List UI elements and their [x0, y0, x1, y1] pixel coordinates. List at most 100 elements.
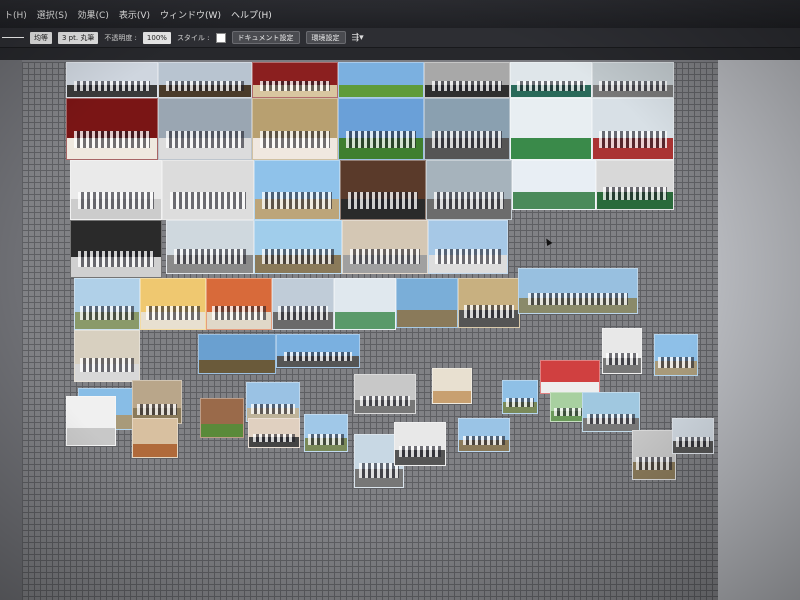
placed-photo[interactable] — [424, 98, 510, 160]
placed-photo[interactable] — [672, 418, 714, 454]
menu-item[interactable]: ト(H) — [4, 8, 27, 21]
placed-photo[interactable] — [592, 62, 674, 98]
placed-photo[interactable] — [582, 392, 640, 432]
stroke-width-select[interactable]: 3 pt. 丸筆 — [58, 31, 99, 44]
placed-photo[interactable] — [510, 62, 592, 98]
placed-photo[interactable] — [74, 278, 140, 330]
placed-photo[interactable] — [254, 220, 342, 274]
placed-photo[interactable] — [654, 334, 698, 376]
photo-people-group — [261, 249, 335, 264]
placed-photo[interactable] — [200, 398, 244, 438]
placed-photo[interactable] — [252, 62, 338, 98]
placed-photo[interactable] — [74, 330, 140, 382]
photo-people-group — [431, 81, 503, 91]
placed-photo[interactable] — [254, 160, 340, 220]
placed-photo[interactable] — [458, 418, 510, 452]
control-bar: 均等 3 pt. 丸筆 不透明度 : 100% スタイル : ドキュメント設定 … — [0, 28, 800, 48]
photo-people-group — [463, 304, 515, 319]
placed-photo[interactable] — [458, 278, 520, 328]
photo-people-group — [259, 81, 331, 91]
placed-photo[interactable] — [596, 160, 674, 210]
placed-photo[interactable] — [502, 380, 538, 414]
placed-photo[interactable] — [396, 278, 458, 328]
placed-photo[interactable] — [66, 62, 158, 98]
document-setup-button[interactable]: ドキュメント設定 — [231, 31, 300, 44]
photo-people-group — [212, 306, 266, 320]
placed-photo[interactable] — [340, 160, 426, 220]
photo-people-group — [173, 249, 247, 264]
placed-photo[interactable] — [132, 418, 178, 458]
placed-photo[interactable] — [272, 278, 334, 330]
style-swatch[interactable] — [215, 32, 226, 43]
stroke-style-select[interactable]: 均等 — [30, 31, 52, 44]
placed-photo[interactable] — [338, 98, 424, 160]
photo-people-group — [658, 356, 694, 368]
photo-people-group — [606, 352, 638, 366]
placed-photo[interactable] — [426, 160, 512, 220]
placed-photo[interactable] — [162, 160, 254, 220]
placed-photo[interactable] — [592, 98, 674, 160]
placed-photo[interactable] — [140, 278, 206, 330]
menu-help[interactable]: ヘルプ(H) — [231, 8, 272, 21]
photo-people-group — [347, 192, 419, 209]
photo-people-group — [253, 434, 295, 442]
placed-photo[interactable] — [512, 160, 596, 210]
placed-photo[interactable] — [602, 328, 642, 374]
photo-ground-area — [397, 310, 457, 327]
placed-photo[interactable] — [510, 98, 592, 160]
photo-ground-area — [67, 428, 115, 445]
placed-photo[interactable] — [518, 268, 638, 314]
menu-effect[interactable]: 効果(C) — [78, 8, 109, 21]
placed-photo[interactable] — [334, 278, 396, 330]
placed-photo[interactable] — [70, 220, 162, 278]
photo-ground-area — [201, 423, 243, 437]
placed-photo[interactable] — [166, 220, 254, 274]
placed-photo[interactable] — [338, 62, 424, 98]
opacity-label: 不透明度 : — [104, 33, 137, 42]
placed-photo[interactable] — [70, 160, 162, 220]
photo-ground-area — [339, 85, 423, 97]
photo-people-group — [435, 249, 501, 264]
artboard[interactable] — [22, 62, 718, 600]
placed-photo[interactable] — [394, 422, 446, 466]
photo-ground-area — [511, 138, 591, 159]
photo-people-group — [166, 131, 244, 149]
arrange-icon[interactable]: ⇶▾ — [352, 33, 364, 43]
placed-photo[interactable] — [198, 334, 276, 374]
placed-photo[interactable] — [432, 368, 472, 404]
photo-people-group — [170, 192, 246, 209]
photo-people-group — [80, 306, 134, 320]
photo-people-group — [587, 413, 635, 425]
placed-photo[interactable] — [252, 98, 338, 160]
photo-people-group — [146, 306, 200, 320]
placed-photo[interactable] — [206, 278, 272, 330]
placed-photo[interactable] — [158, 98, 252, 160]
placed-photo[interactable] — [428, 220, 508, 274]
photo-people-group — [505, 398, 535, 408]
photo-people-group — [283, 352, 353, 362]
placed-photo[interactable] — [304, 414, 348, 452]
photo-people-group — [78, 251, 154, 267]
menu-select[interactable]: 選択(S) — [37, 8, 68, 21]
opacity-field[interactable]: 100% — [142, 31, 171, 44]
placed-photo[interactable] — [276, 334, 360, 368]
menu-window[interactable]: ウィンドウ(W) — [160, 8, 221, 21]
photo-people-group — [136, 403, 178, 416]
placed-photo[interactable] — [158, 62, 252, 98]
placed-photo[interactable] — [66, 396, 116, 446]
placed-photo[interactable] — [632, 430, 676, 480]
photo-people-group — [431, 131, 503, 149]
placed-photo[interactable] — [424, 62, 510, 98]
stroke-line-preview — [2, 37, 24, 38]
placed-photo[interactable] — [342, 220, 428, 274]
photo-people-group — [349, 249, 421, 264]
placed-photo[interactable] — [540, 360, 600, 394]
style-label: スタイル : — [176, 33, 210, 42]
placed-photo[interactable] — [246, 382, 300, 422]
photo-people-group — [166, 81, 244, 91]
placed-photo[interactable] — [248, 418, 300, 448]
preferences-button[interactable]: 環境設定 — [305, 31, 346, 44]
placed-photo[interactable] — [354, 374, 416, 414]
placed-photo[interactable] — [66, 98, 158, 160]
menu-view[interactable]: 表示(V) — [119, 8, 150, 21]
